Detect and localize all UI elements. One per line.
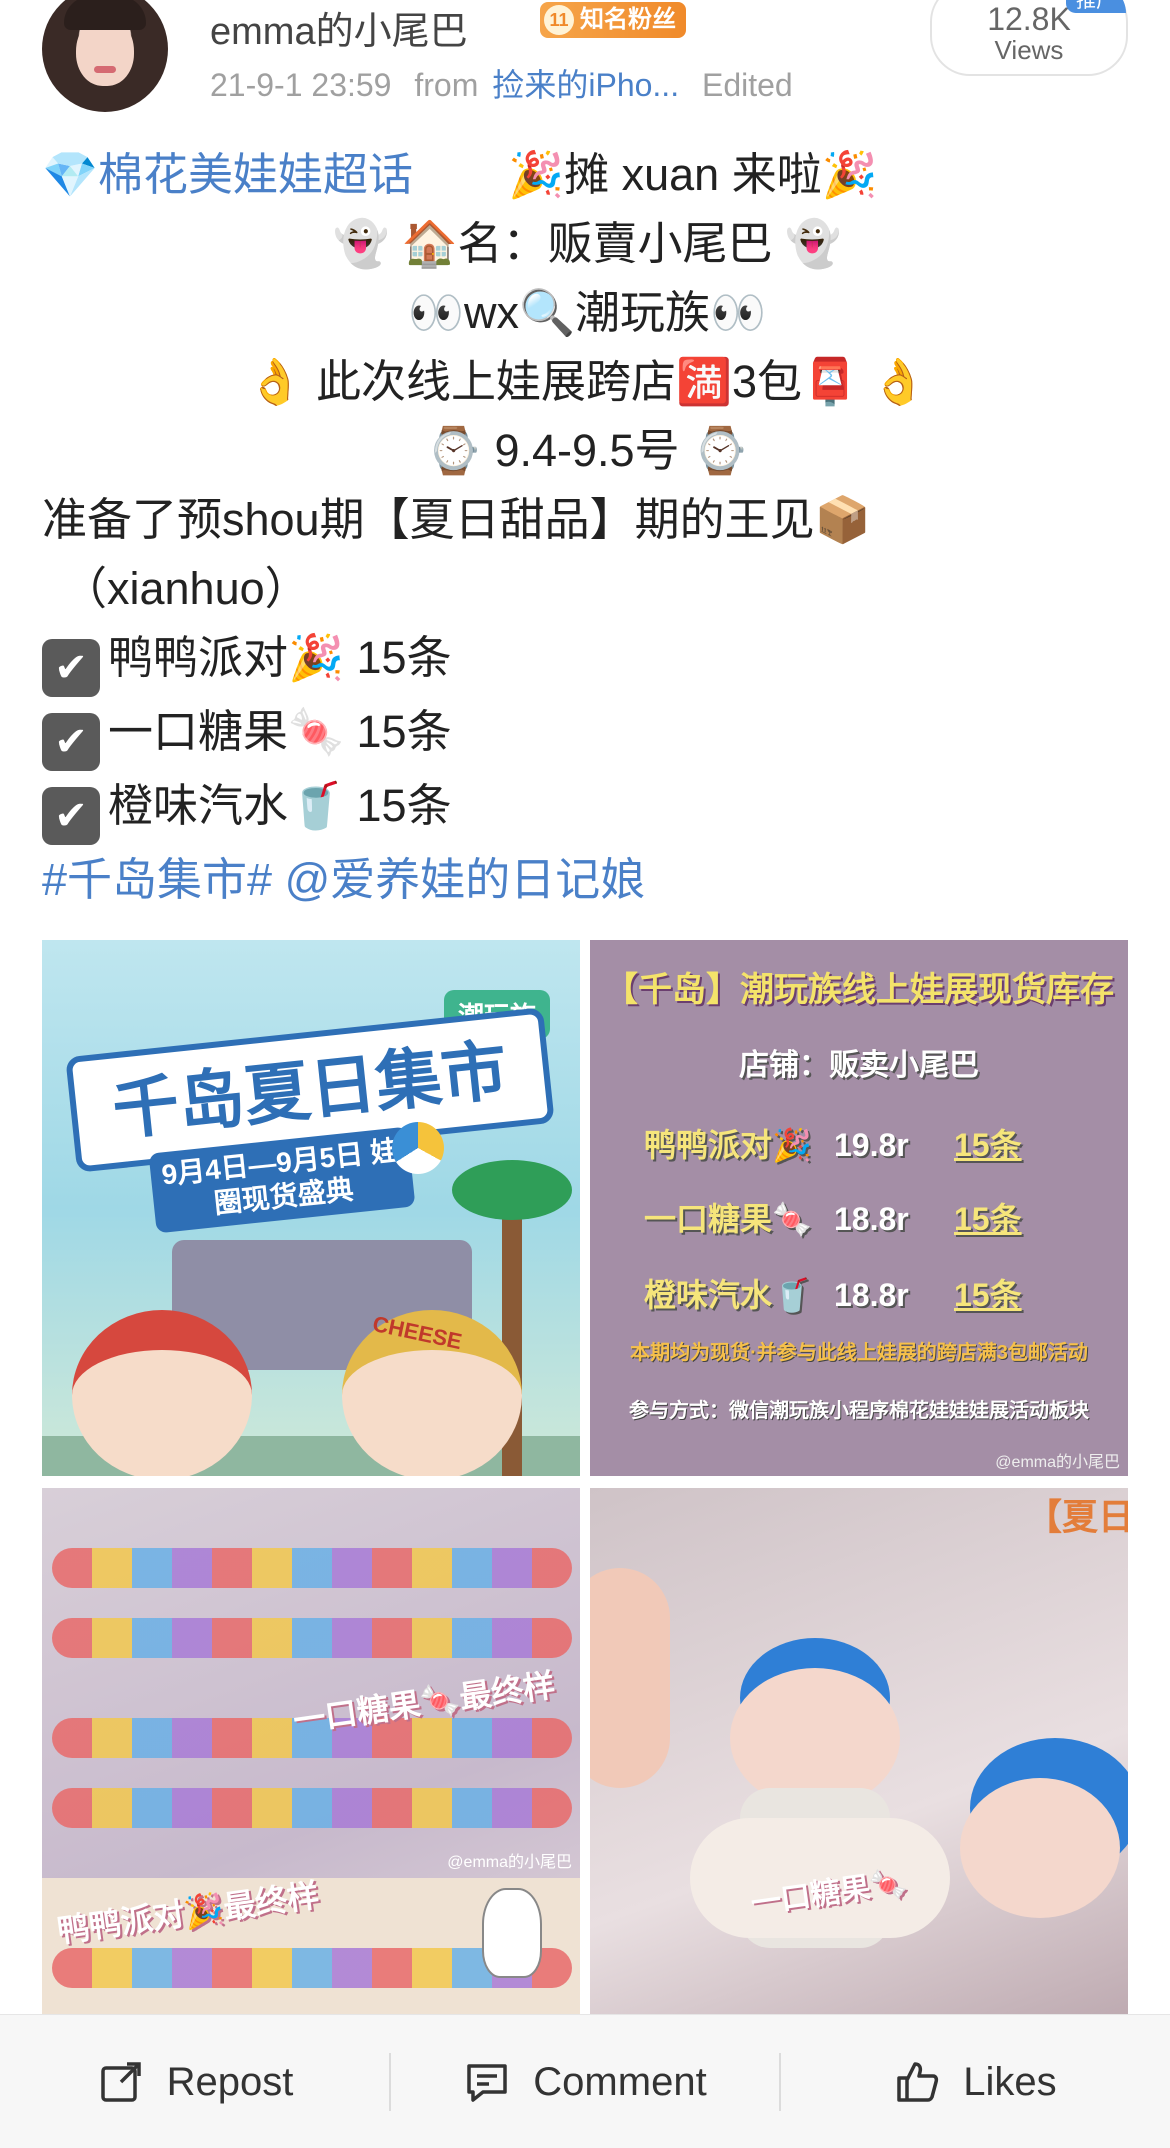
- post-line-6: 准备了预shou期【夏日甜品】期的王见📦: [42, 494, 871, 545]
- avatar-lips: [94, 66, 116, 73]
- row-qty: 15条: [954, 1277, 1022, 1313]
- supertopic-link[interactable]: 💎棉花美娃娃超话: [42, 148, 414, 201]
- row-name: 橙味汽水🥤: [644, 1277, 812, 1313]
- table-note: 本期均为现货·并参与此线上娃展的跨店满3包邮活动: [630, 1342, 1088, 1364]
- post-intro: 🎉摊 xuan 来啦🎉: [508, 149, 878, 200]
- doll-face: [960, 1778, 1120, 1918]
- list-item-text: 一口糖果🍬 15条: [108, 706, 452, 757]
- views-label: Views: [994, 35, 1064, 65]
- bunny-figure: [590, 1568, 670, 1788]
- list-item-text: 鸭鸭派对🎉 15条: [108, 632, 452, 683]
- supertopic-label: 棉花美娃娃超话: [98, 149, 414, 200]
- post-line-4: 👌 此次线上娃展跨店🈵3包📮 👌: [247, 356, 927, 407]
- row-price: 18.8r: [834, 1277, 909, 1313]
- views-counter[interactable]: 推广 12.8K Views: [930, 0, 1128, 76]
- row-qty: 15条: [954, 1127, 1022, 1163]
- repost-icon: [100, 2062, 141, 2102]
- table-row: 一口糖果🍬 18.8r 15条: [644, 1194, 1084, 1240]
- diamond-icon: 💎: [42, 148, 99, 201]
- image-poster-market[interactable]: 潮玩族 千岛夏日集市 9月4日—9月5日 娃圈现货盛典 CHEESE: [42, 940, 580, 1476]
- post-timestamp: 21-9-1 23:59: [210, 67, 392, 103]
- doll-face: [730, 1668, 900, 1808]
- list-item: ✔ 鸭鸭派对🎉 15条: [42, 623, 1132, 697]
- row-name: 鸭鸭派对🎉: [644, 1127, 812, 1163]
- charm-chain: [52, 1618, 572, 1658]
- row-name: 一口糖果🍬: [644, 1201, 812, 1237]
- charm-chain: [52, 1788, 572, 1828]
- image-grid: 潮玩族 千岛夏日集市 9月4日—9月5日 娃圈现货盛典 CHEESE 【千岛】潮…: [42, 940, 1128, 2024]
- watermark: @emma的小尾巴: [447, 1854, 572, 1871]
- thumbs-up-icon: [897, 2062, 939, 2102]
- fan-level-icon: 11: [544, 5, 574, 35]
- palm-leaves: [452, 1160, 572, 1220]
- repost-label: Repost: [166, 2059, 294, 2104]
- from-label: from: [414, 67, 479, 103]
- action-bar: Repost Comment Likes: [0, 2014, 1170, 2148]
- table-shop: 店铺：贩卖小尾巴: [739, 1049, 979, 1082]
- post-body: 💎棉花美娃娃超话 🎉摊 xuan 来啦🎉 👻 🏠名：贩賣小尾巴 👻 👀wx🔍潮玩…: [42, 140, 1132, 914]
- post-line-3: 👀wx🔍潮玩族👀: [407, 287, 767, 338]
- row-price: 18.8r: [834, 1201, 909, 1237]
- list-item: ✔ 一口糖果🍬 15条: [42, 697, 1132, 771]
- user-avatar[interactable]: [42, 0, 168, 112]
- likes-button[interactable]: Likes: [780, 2015, 1170, 2148]
- repost-button[interactable]: Repost: [0, 2015, 390, 2148]
- post-header: emma的小尾巴 11 知名粉丝 21-9-1 23:59 from 捡来的iPh…: [0, 0, 1170, 120]
- promo-tag: 推广: [1066, 0, 1126, 13]
- checkbox-icon: ✔: [42, 639, 100, 697]
- post-line-7: （xianhuo）: [62, 563, 310, 614]
- likes-label: Likes: [963, 2059, 1057, 2104]
- post-line-2: 👻 🏠名：贩賣小尾巴 👻: [332, 218, 842, 269]
- image-dolls-photo[interactable]: 一口糖果🍬 【夏日: [590, 1488, 1128, 2024]
- post-meta: 21-9-1 23:59 from 捡来的iPho... Edited: [210, 60, 807, 106]
- table-title: 【千岛】潮玩族线上娃展现货库存: [604, 971, 1114, 1009]
- image-stock-table[interactable]: 【千岛】潮玩族线上娃展现货库存 店铺：贩卖小尾巴 鸭鸭派对🎉 19.8r 15条 一…: [590, 940, 1128, 1476]
- checkbox-icon: ✔: [42, 787, 100, 845]
- fan-badge-label: 知名粉丝: [580, 6, 676, 33]
- row-price: 19.8r: [834, 1127, 909, 1163]
- photo-corner-text: 【夏日: [1025, 1496, 1128, 1537]
- beach-ball-icon: [392, 1122, 444, 1174]
- list-item: ✔ 橙味汽水🥤 15条: [42, 771, 1132, 845]
- comment-label: Comment: [533, 2059, 707, 2104]
- duck-figure: [482, 1888, 542, 1978]
- row-qty: 15条: [954, 1201, 1022, 1237]
- charm-chain: [52, 1548, 572, 1588]
- image-charms-photo[interactable]: 一口糖果🍬最终样 鸭鸭派对🎉最终样 @emma的小尾巴: [42, 1488, 580, 2024]
- comment-icon: [467, 2064, 508, 2102]
- hashtag-link[interactable]: #千岛集市#: [42, 854, 272, 905]
- post-line-1: 💎棉花美娃娃超话 🎉摊 xuan 来啦🎉: [42, 140, 1132, 209]
- mention-link[interactable]: @爱养娃的日记娘: [285, 854, 646, 905]
- watermark: @emma的小尾巴: [995, 1454, 1120, 1471]
- table-row: 鸭鸭派对🎉 19.8r 15条: [644, 1120, 1084, 1166]
- edited-label[interactable]: Edited: [702, 67, 793, 103]
- table-row: 橙味汽水🥤 18.8r 15条: [644, 1270, 1084, 1316]
- fan-badge[interactable]: 11 知名粉丝: [540, 2, 686, 38]
- doll-figure: [72, 1310, 252, 1476]
- checkbox-icon: ✔: [42, 713, 100, 771]
- post-line-5: ⌚ 9.4-9.5号 ⌚: [425, 425, 749, 476]
- post-tags-line: #千岛集市# @爱养娃的日记娘: [42, 845, 1132, 914]
- post-source-link[interactable]: 捡来的iPho...: [492, 67, 679, 103]
- username[interactable]: emma的小尾巴: [210, 0, 468, 55]
- list-item-text: 橙味汽水🥤 15条: [108, 780, 452, 831]
- comment-button[interactable]: Comment: [390, 2015, 780, 2148]
- avatar-hair: [64, 0, 146, 30]
- table-note: 参与方式：微信潮玩族小程序棉花娃娃娃展活动板块: [629, 1400, 1089, 1422]
